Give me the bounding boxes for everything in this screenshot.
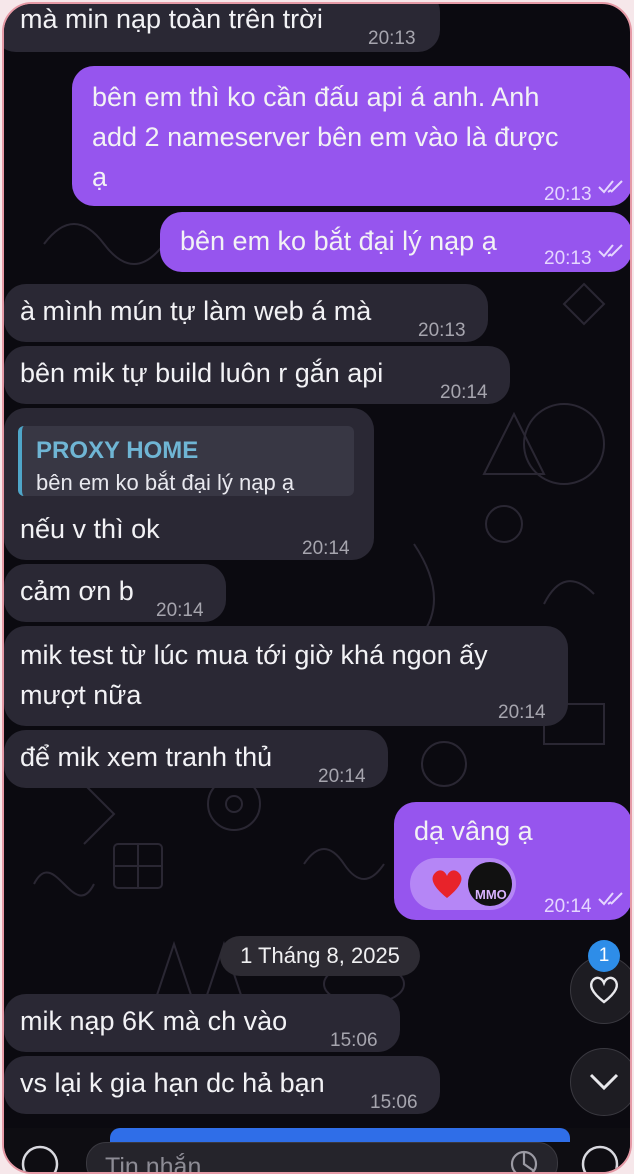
message-input-placeholder: Tin nhắn xyxy=(105,1153,202,1174)
message-bubble-outgoing[interactable]: dạ vâng ạ MMO 20:14 xyxy=(394,802,630,920)
reaction-bar[interactable]: MMO xyxy=(410,858,516,910)
message-text: bên mik tự build luôn r gắn api xyxy=(20,358,384,388)
message-time: 20:14 xyxy=(156,600,204,621)
heart-icon xyxy=(590,976,618,1004)
unread-reaction-badge: 1 xyxy=(588,940,620,972)
message-time: 15:06 xyxy=(370,1092,418,1113)
message-bubble-incoming[interactable]: PROXY HOME bên em ko bắt đại lý nạp ạ nế… xyxy=(4,408,374,560)
message-bubble-incoming[interactable]: mik nạp 6K mà ch vào 15:06 xyxy=(4,994,400,1052)
message-text-line: add 2 nameserver bên em vào là được xyxy=(92,122,559,152)
message-bubble-incoming[interactable]: à mình mún tự làm web á mà 20:13 xyxy=(4,284,488,342)
message-text: nếu v thì ok xyxy=(20,514,160,544)
voice-icon[interactable] xyxy=(580,1144,620,1174)
message-time: 20:14 xyxy=(302,538,350,559)
message-bubble-incoming[interactable]: mà min nạp toàn trên trời 20:13 xyxy=(4,4,440,52)
message-bubble-incoming[interactable]: bên mik tự build luôn r gắn api 20:14 xyxy=(4,346,510,404)
double-check-icon xyxy=(598,244,623,258)
message-bubble-incoming[interactable]: vs lại k gia hạn dc hả bạn 15:06 xyxy=(4,1056,440,1114)
message-time: 20:14 xyxy=(544,896,592,917)
message-bubble-outgoing[interactable]: bên em ko bắt đại lý nạp ạ 20:13 xyxy=(160,212,630,272)
reactor-avatar[interactable]: MMO xyxy=(468,862,512,906)
double-check-icon xyxy=(598,180,623,194)
message-time: 20:13 xyxy=(418,320,466,341)
scroll-down-button[interactable] xyxy=(570,1048,630,1116)
message-time: 20:13 xyxy=(544,248,592,269)
message-time: 20:13 xyxy=(368,28,416,49)
message-bubble-outgoing[interactable]: bên em thì ko cần đấu api á anh. Anh add… xyxy=(72,66,630,206)
chat-window: mà min nạp toàn trên trời 20:13 bên em t… xyxy=(2,2,632,1174)
avatar-logo-text: MMO xyxy=(475,887,507,902)
message-text: à mình mún tự làm web á mà xyxy=(20,296,372,326)
message-text-line: bên em thì ko cần đấu api á anh. Anh xyxy=(92,82,540,112)
message-time: 20:14 xyxy=(318,766,366,787)
message-text: mà min nạp toàn trên trời xyxy=(20,4,323,34)
chevron-down-icon xyxy=(589,1073,619,1091)
message-time: 20:14 xyxy=(440,382,488,403)
message-time: 15:06 xyxy=(330,1030,378,1051)
double-check-icon xyxy=(598,892,623,906)
message-bubble-incoming[interactable]: mik test từ lúc mua tới giờ khá ngon ấy … xyxy=(4,626,568,726)
message-bubble-incoming[interactable]: cảm ơn b 20:14 xyxy=(4,564,226,622)
date-separator: 1 Tháng 8, 2025 xyxy=(220,936,420,976)
message-text: dạ vâng ạ xyxy=(414,816,533,846)
message-time: 20:13 xyxy=(544,184,592,205)
sticker-icon[interactable] xyxy=(509,1149,539,1174)
message-input[interactable]: Tin nhắn xyxy=(86,1142,558,1174)
message-text-line: mik test từ lúc mua tới giờ khá ngon ấy xyxy=(20,640,488,670)
reply-quote[interactable]: PROXY HOME bên em ko bắt đại lý nạp ạ xyxy=(18,426,354,496)
reply-text: bên em ko bắt đại lý nạp ạ xyxy=(36,470,295,495)
keyboard-accent-strip xyxy=(110,1128,570,1142)
message-text-line: ạ xyxy=(92,162,108,192)
message-text: cảm ơn b xyxy=(20,576,134,606)
heart-icon xyxy=(432,870,462,898)
message-text: để mik xem tranh thủ xyxy=(20,742,273,772)
message-text-line: mượt nữa xyxy=(20,680,142,710)
message-text: vs lại k gia hạn dc hả bạn xyxy=(20,1068,325,1098)
message-time: 20:14 xyxy=(498,702,546,723)
message-bubble-incoming[interactable]: để mik xem tranh thủ 20:14 xyxy=(4,730,388,788)
attach-icon[interactable] xyxy=(20,1144,60,1174)
message-text: mik nạp 6K mà ch vào xyxy=(20,1006,288,1036)
message-text: bên em ko bắt đại lý nạp ạ xyxy=(180,226,497,256)
